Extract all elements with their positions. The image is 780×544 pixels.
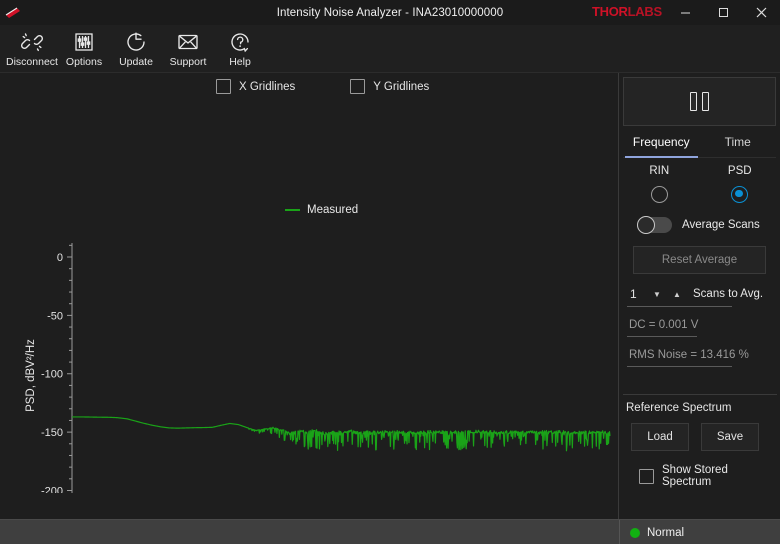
toolbar-button-support[interactable]: Support [162,25,214,71]
toggle-knob [637,216,655,234]
reference-spectrum-group: Reference Spectrum Load Save Show Stored… [623,394,777,494]
status-text: Normal [647,526,685,539]
show-stored-spectrum-label: Show Stored Spectrum [662,464,728,488]
toolbar-button-update[interactable]: Update [110,25,162,71]
load-button[interactable]: Load [631,423,689,451]
scans-to-avg-label: Scans to Avg. [693,288,764,300]
pause-bar-left [690,92,697,111]
radio-option-psd[interactable]: PSD [700,165,780,203]
reference-spectrum-title: Reference Spectrum [626,402,732,414]
thorlabs-logo-thor: THOR [592,4,628,19]
envelope-icon [176,29,200,55]
toolbar-label-help: Help [229,56,251,68]
mode-radio-group: RIN PSD [619,165,780,203]
chevron-up-icon[interactable]: ▲ [667,290,687,299]
right-control-panel: Frequency Time RIN PSD Average Scans Res… [618,73,780,519]
maximize-button[interactable] [704,0,742,25]
run-control-button[interactable] [623,77,776,126]
toolbar-label-options: Options [65,56,103,68]
svg-text:-100: -100 [41,369,63,381]
scans-to-avg-row: 1 ▼ ▲ Scans to Avg. [627,287,772,301]
close-button[interactable] [742,0,780,25]
tab-time-label: Time [724,134,751,149]
chart-pane: X Gridlines Y Gridlines Measured 0 -50 -10… [0,73,618,519]
svg-text:PSD, dBV²/Hz: PSD, dBV²/Hz [25,339,37,412]
plot-canvas[interactable]: 0-50-100-150-200101001,00010,000100,0001… [0,73,618,493]
toolbar-button-options[interactable]: Options [58,25,110,71]
dc-readout-underline [627,336,697,337]
radio-option-rin[interactable]: RIN [619,165,700,203]
show-stored-spectrum-checkbox-box[interactable] [639,468,654,484]
application-window: Intensity Noise Analyzer - INA2301000000… [0,0,780,544]
refresh-icon [124,29,148,55]
save-button[interactable]: Save [701,423,759,451]
scans-to-avg-value[interactable]: 1 [627,287,647,301]
save-button-label: Save [716,431,744,443]
window-controls [666,0,780,25]
radio-button-rin[interactable] [650,186,668,203]
average-scans-row[interactable]: Average Scans [637,216,780,234]
panel-tabs: Frequency Time [623,126,776,158]
toolbar-label-support: Support [169,56,207,68]
thorlabs-logo: THORLABS [592,4,670,20]
checkbox-show-stored-spectrum[interactable]: Show Stored Spectrum [639,464,777,488]
tab-frequency[interactable]: Frequency [623,126,700,158]
svg-text:-150: -150 [41,427,63,439]
svg-text:-50: -50 [47,310,63,322]
sliders-icon [72,29,96,55]
status-indicator: Normal [630,520,684,544]
svg-text:-200: -200 [41,485,63,493]
radio-label-psd: PSD [727,165,752,177]
minimize-button[interactable] [666,0,704,25]
radio-label-rin: RIN [649,165,670,177]
toolbar-button-disconnect[interactable]: Disconnect [6,25,58,71]
chevron-down-icon[interactable]: ▼ [647,290,667,299]
reset-average-button[interactable]: Reset Average [633,246,766,274]
rms-noise-readout: RMS Noise = 13.416 % [629,349,749,361]
pause-bar-right [702,92,709,111]
thorlabs-logo-labs: LABS [627,4,663,19]
status-dot-icon [630,527,640,538]
status-bar: Normal [0,519,780,544]
main-toolbar: Disconnect Options Update Support Help [0,25,780,73]
svg-text:0: 0 [57,252,63,264]
radio-button-psd[interactable] [731,186,749,203]
reference-spectrum-buttons: Load Save [631,423,777,451]
toolbar-label-disconnect: Disconnect [6,56,58,68]
toolbar-label-update: Update [119,56,153,68]
pause-icon [690,92,709,111]
tab-frequency-label: Frequency [632,134,690,149]
psd-plot[interactable]: 0-50-100-150-200101001,00010,000100,0001… [0,73,618,493]
toolbar-button-help[interactable]: Help [214,25,266,71]
status-bar-divider [619,520,620,544]
question-circle-icon [228,29,252,55]
reset-average-label: Reset Average [661,254,738,266]
average-scans-toggle[interactable] [637,216,672,234]
load-button-label: Load [647,431,673,443]
tab-time[interactable]: Time [700,126,777,157]
title-bar: Intensity Noise Analyzer - INA2301000000… [0,0,780,25]
scans-to-avg-underline [627,306,732,307]
broken-link-icon [20,29,44,55]
rms-noise-underline [627,366,732,367]
dc-readout: DC = 0.001 V [629,319,699,331]
average-scans-label: Average Scans [682,219,760,231]
